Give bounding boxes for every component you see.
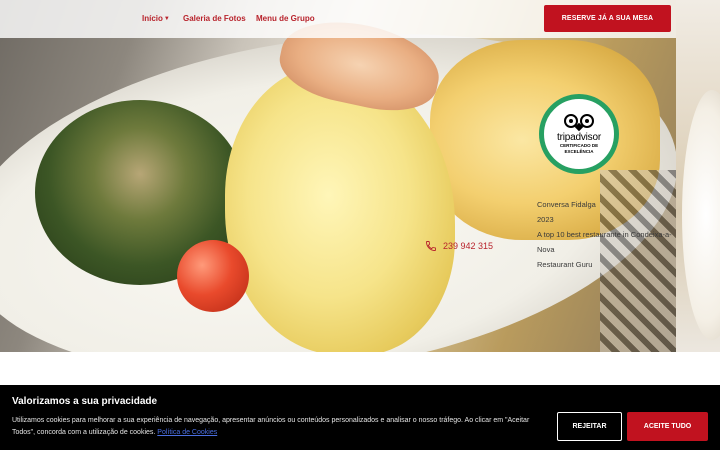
- hero-food-photo: [0, 0, 676, 352]
- accept-all-cookies-button[interactable]: ACEITE TUDO: [627, 412, 708, 441]
- cookie-text: Utilizamos cookies para melhorar a sua e…: [12, 417, 530, 436]
- award-text: Conversa Fidalga 2023 A top 10 best rest…: [537, 197, 679, 272]
- page: Início▼ Galeria de Fotos Menu de Grupo R…: [0, 0, 720, 450]
- cookie-policy-link[interactable]: Política de Cookies: [157, 429, 217, 436]
- tripadvisor-badge-inner: tripadvisor CERTIFICADO DE EXCELÊNCIA: [544, 99, 614, 169]
- nav-home-label: Início: [142, 14, 163, 23]
- tripadvisor-badge: tripadvisor CERTIFICADO DE EXCELÊNCIA: [539, 94, 619, 174]
- main-nav: Início▼ Galeria de Fotos Menu de Grupo R…: [0, 0, 676, 38]
- award-year: 2023: [537, 215, 554, 224]
- reject-cookies-button[interactable]: REJEITAR: [557, 412, 622, 441]
- award-description: A top 10 best restaurante in Condeixa-a-…: [537, 230, 672, 254]
- phone-link[interactable]: 239 942 315: [425, 240, 493, 252]
- reserve-table-button[interactable]: RESERVE JÁ A SUA MESA: [544, 5, 671, 32]
- nav-item-group-menu[interactable]: Menu de Grupo: [256, 14, 315, 23]
- cookie-title: Valorizamos a sua privacidade: [12, 396, 158, 407]
- nav-item-home[interactable]: Início▼: [142, 14, 170, 23]
- side-photo-strip: [676, 0, 720, 352]
- cookie-description: Utilizamos cookies para melhorar a sua e…: [12, 415, 542, 439]
- phone-number: 239 942 315: [443, 241, 494, 251]
- award-name: Conversa Fidalga: [537, 200, 596, 209]
- tomato-shape: [177, 240, 249, 312]
- plate-edge-shape: [682, 90, 720, 340]
- tripadvisor-owl-icon: [561, 113, 597, 132]
- award-source: Restaurant Guru: [537, 260, 593, 269]
- certificate-line-2: EXCELÊNCIA: [564, 149, 594, 154]
- nav-item-gallery[interactable]: Galeria de Fotos: [183, 14, 246, 23]
- tripadvisor-brand: tripadvisor: [557, 132, 601, 143]
- phone-icon: [426, 241, 436, 251]
- chevron-down-icon: ▼: [163, 16, 170, 22]
